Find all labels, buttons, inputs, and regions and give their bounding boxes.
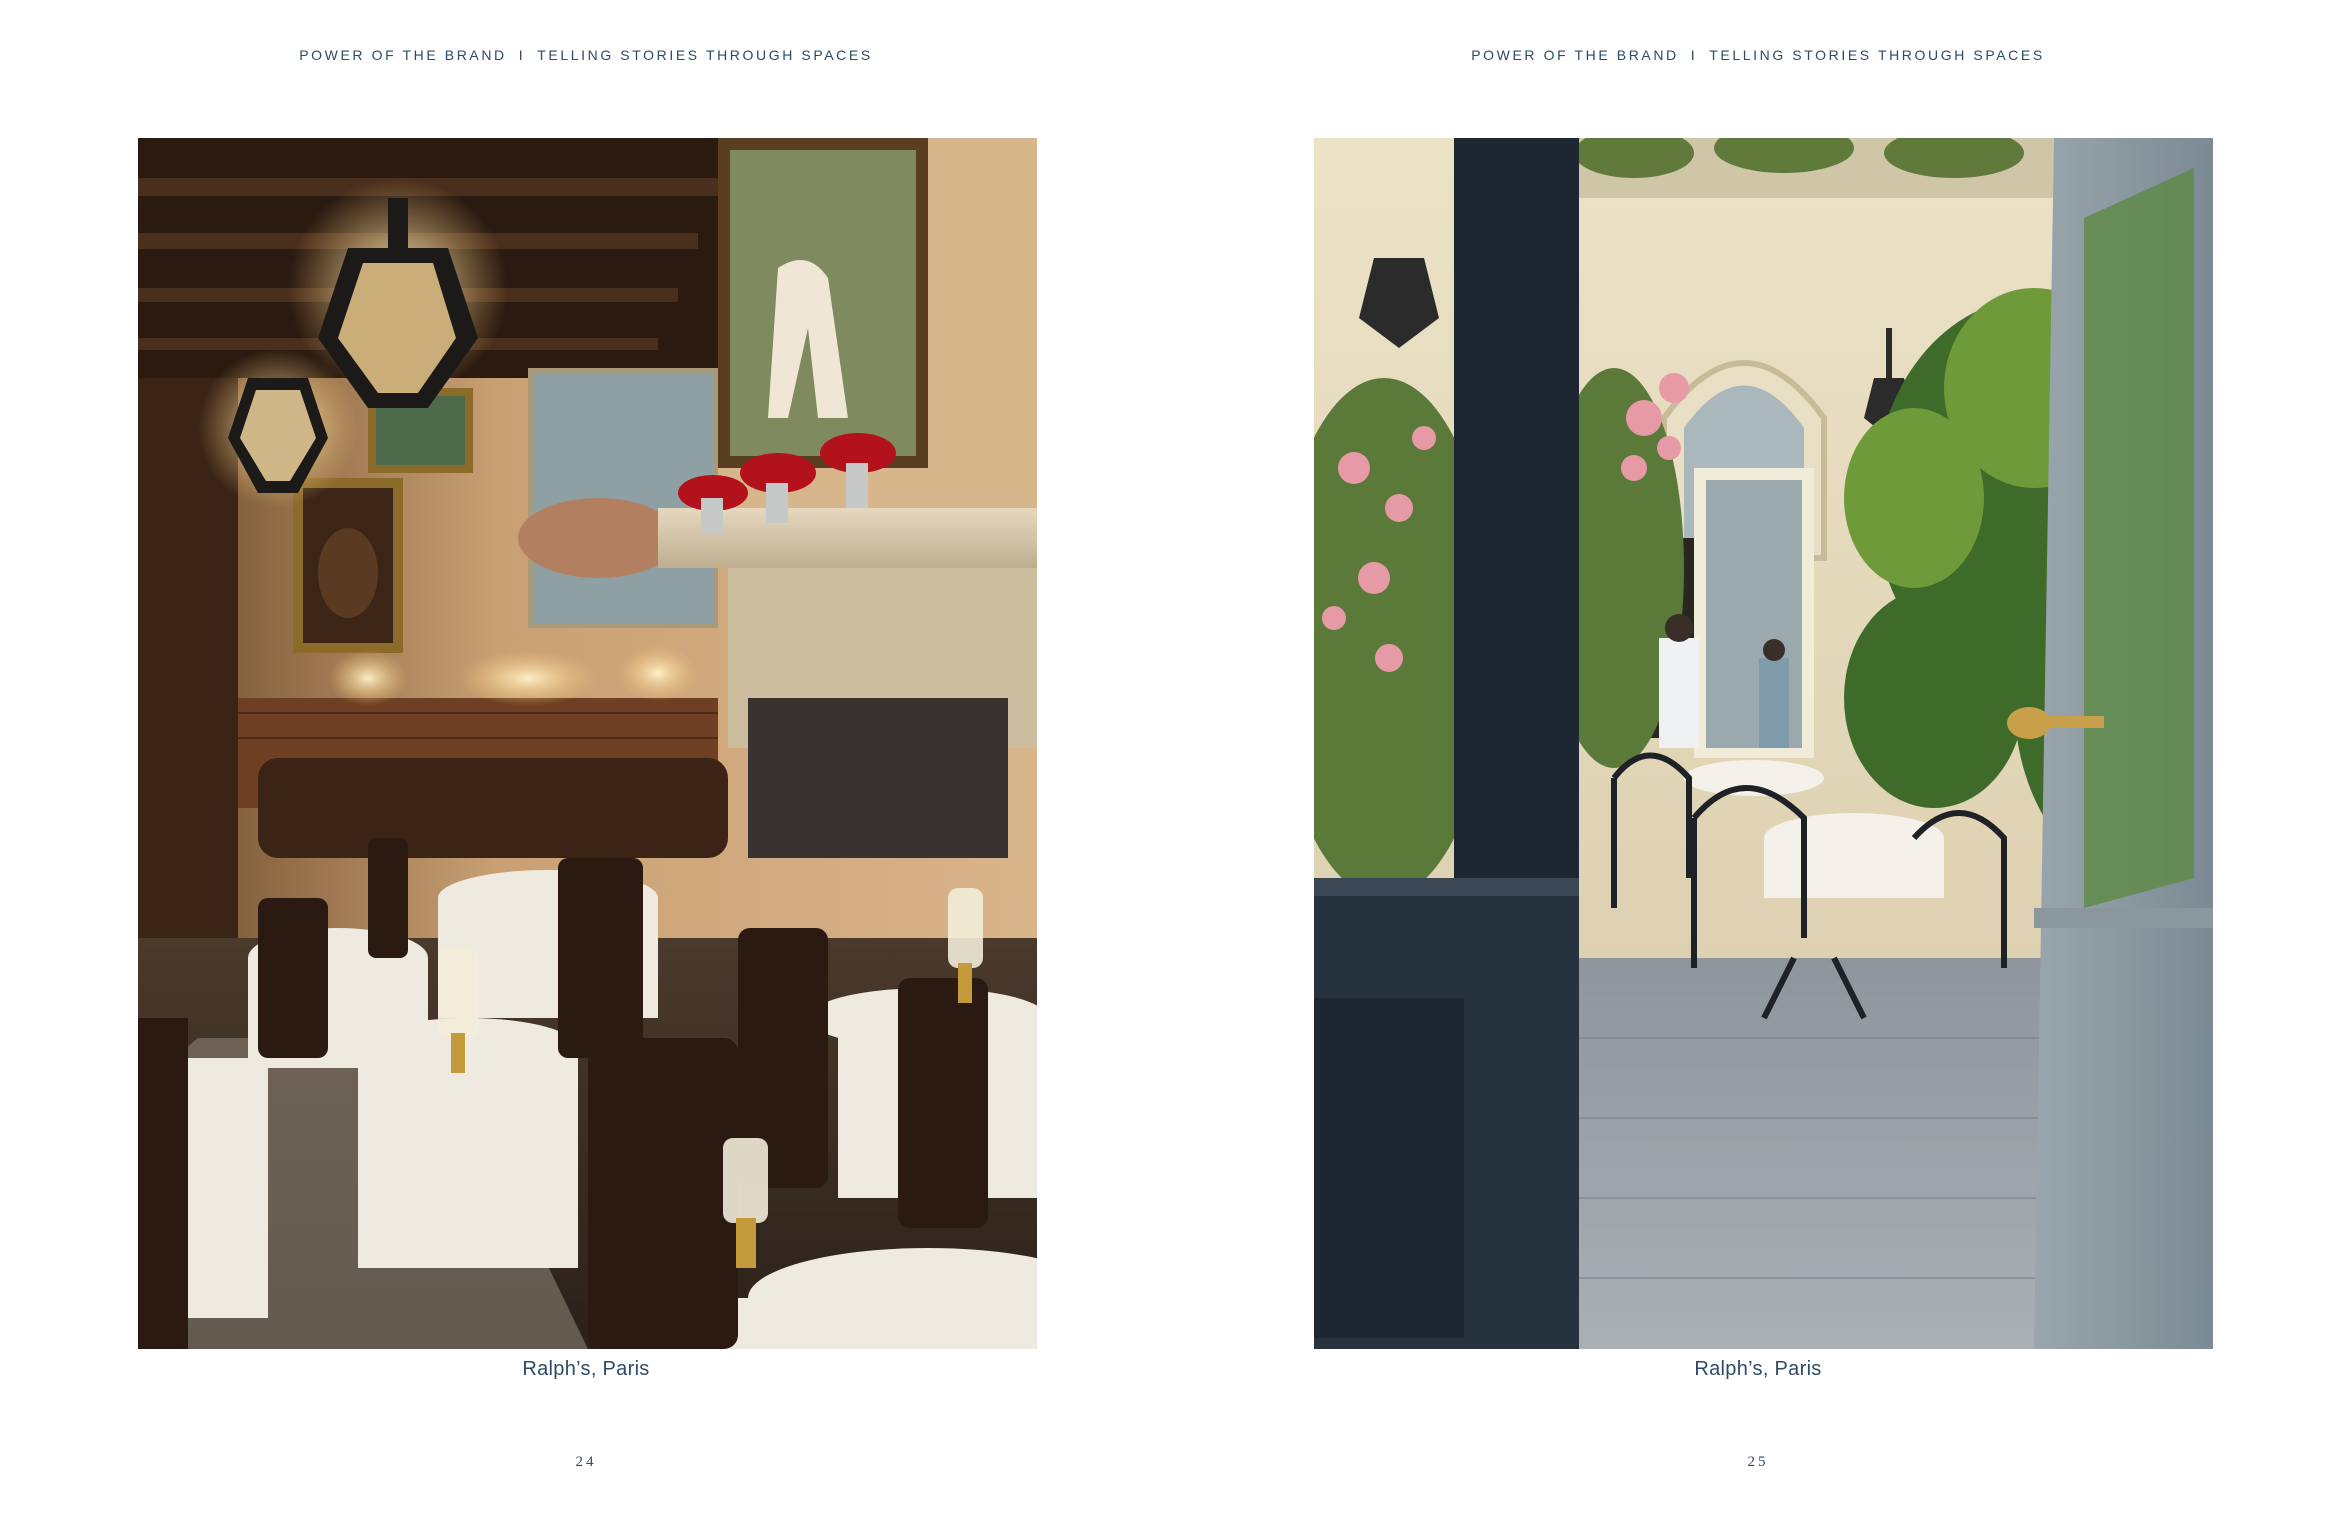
page-number: 24	[575, 1454, 597, 1470]
header-section: POWER OF THE BRAND	[1471, 47, 1679, 63]
photo-caption: Ralph’s, Paris	[1694, 1358, 1822, 1380]
header-separator: I	[518, 47, 526, 63]
header-separator: I	[1690, 47, 1698, 63]
header-chapter: TELLING STORIES THROUGH SPACES	[1709, 47, 2045, 63]
header-chapter: TELLING STORIES THROUGH SPACES	[537, 47, 873, 63]
dining-room-photo	[138, 138, 1037, 1349]
right-page: POWER OF THE BRAND I TELLING STORIES THROU…	[1172, 0, 2344, 1516]
page-number: 25	[1747, 1454, 1769, 1470]
running-header: POWER OF THE BRAND I TELLING STORIES THROU…	[1172, 47, 2344, 63]
photo-caption: Ralph’s, Paris	[522, 1358, 650, 1380]
running-header: POWER OF THE BRAND I TELLING STORIES THROU…	[0, 47, 1172, 63]
left-page: POWER OF THE BRAND I TELLING STORIES THROU…	[0, 0, 1172, 1516]
header-section: POWER OF THE BRAND	[299, 47, 507, 63]
courtyard-photo	[1314, 138, 2213, 1349]
